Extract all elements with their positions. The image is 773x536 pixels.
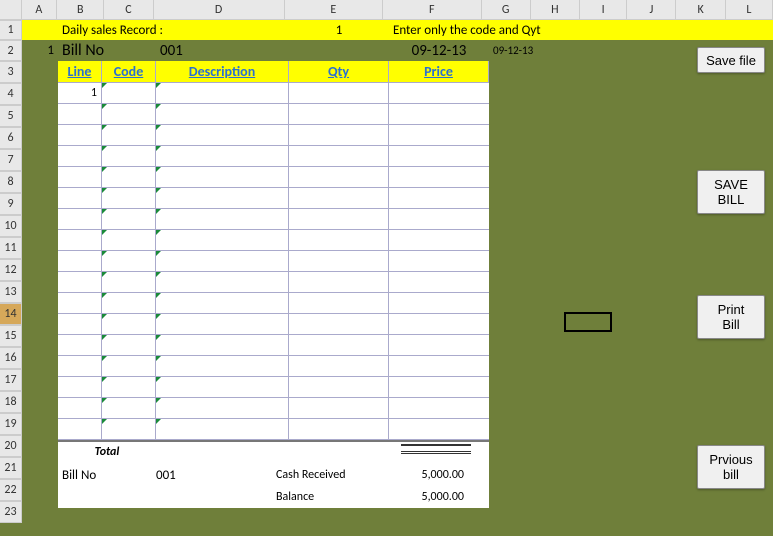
table-row[interactable] xyxy=(58,272,489,293)
column-headers: ABCDEFGHIJKL xyxy=(0,0,773,20)
bill-table-header: Line Code Description Qty Price xyxy=(58,61,489,83)
total-label: Total xyxy=(58,442,156,464)
row2-a[interactable]: 1 xyxy=(22,40,58,61)
row-header-18[interactable]: 18 xyxy=(0,391,22,413)
row-header-17[interactable]: 17 xyxy=(0,369,22,391)
row-header-5[interactable]: 5 xyxy=(0,105,22,127)
row-header-1[interactable]: 1 xyxy=(0,20,22,40)
save-file-button[interactable]: Save file xyxy=(697,47,765,73)
row-header-3[interactable]: 3 xyxy=(0,61,22,83)
table-row[interactable] xyxy=(58,230,489,251)
rec-number-cell[interactable]: 1 xyxy=(289,20,389,40)
row-2: 1 Bill No 001 09-12-13 09-12-13 xyxy=(22,40,773,61)
row-header-6[interactable]: 6 xyxy=(0,127,22,149)
row-header-23[interactable]: 23 xyxy=(0,501,22,523)
col-header-E[interactable]: E xyxy=(285,0,383,20)
row-header-8[interactable]: 8 xyxy=(0,171,22,193)
row-header-22[interactable]: 22 xyxy=(0,479,22,501)
table-row[interactable] xyxy=(58,125,489,146)
balance-label: Balance xyxy=(276,490,381,504)
col-header-I[interactable]: I xyxy=(580,0,627,20)
table-row[interactable] xyxy=(58,419,489,440)
col-qty[interactable]: Qty xyxy=(289,61,389,82)
col-header-H[interactable]: H xyxy=(531,0,580,20)
row-header-2[interactable]: 2 xyxy=(0,40,22,61)
table-row[interactable] xyxy=(58,377,489,398)
col-line[interactable]: Line xyxy=(58,61,102,82)
col-code[interactable]: Code xyxy=(102,61,156,82)
col-header-B[interactable]: B xyxy=(57,0,104,20)
previous-bill-button[interactable]: Prvious bill xyxy=(697,445,765,489)
row-header-20[interactable]: 20 xyxy=(0,435,22,457)
row-header-11[interactable]: 11 xyxy=(0,237,22,259)
row-header-13[interactable]: 13 xyxy=(0,281,22,303)
row-header-9[interactable]: 9 xyxy=(0,193,22,215)
table-row[interactable] xyxy=(58,356,489,377)
col-price[interactable]: Price xyxy=(389,61,489,82)
col-header-J[interactable]: J xyxy=(627,0,676,20)
footer-billno-value: 001 xyxy=(156,468,276,483)
row-1: Daily sales Record : 1 Enter only the co… xyxy=(22,20,773,40)
sum-line xyxy=(401,444,471,454)
cash-received-label: Cash Received xyxy=(276,468,381,482)
footer-billno-label: Bill No xyxy=(58,468,156,483)
col-header-D[interactable]: D xyxy=(154,0,285,20)
row-header-14[interactable]: 14 xyxy=(0,303,22,325)
col-header-A[interactable]: A xyxy=(22,0,57,20)
table-row[interactable] xyxy=(58,146,489,167)
billno-cell[interactable]: 001 xyxy=(156,40,289,61)
table-row[interactable] xyxy=(58,335,489,356)
row-header-15[interactable]: 15 xyxy=(0,325,22,347)
save-bill-button[interactable]: SAVE BILL xyxy=(697,170,765,214)
row-header-21[interactable]: 21 xyxy=(0,457,22,479)
date1-cell[interactable]: 09-12-13 xyxy=(389,40,489,61)
corner-cell xyxy=(0,0,22,20)
col-header-C[interactable]: C xyxy=(104,0,153,20)
row-header-16[interactable]: 16 xyxy=(0,347,22,369)
table-row[interactable] xyxy=(58,167,489,188)
row-headers: 1234567891011121314151617181920212223 xyxy=(0,20,22,523)
hint-cell[interactable]: Enter only the code and Qyt xyxy=(389,20,589,40)
table-row[interactable] xyxy=(58,314,489,335)
balance-value: 5,000.00 xyxy=(381,490,476,504)
table-row[interactable] xyxy=(58,251,489,272)
col-header-G[interactable]: G xyxy=(482,0,531,20)
cash-received-value: 5,000.00 xyxy=(381,468,476,482)
row-header-19[interactable]: 19 xyxy=(0,413,22,435)
col-header-L[interactable]: L xyxy=(726,0,773,20)
row-header-10[interactable]: 10 xyxy=(0,215,22,237)
col-description[interactable]: Description xyxy=(156,61,289,82)
row-header-4[interactable]: 4 xyxy=(0,83,22,105)
table-row[interactable] xyxy=(58,398,489,419)
date2-cell[interactable]: 09-12-13 xyxy=(489,40,549,61)
row-header-12[interactable]: 12 xyxy=(0,259,22,281)
title-cell[interactable]: Daily sales Record : xyxy=(58,20,289,40)
table-row[interactable] xyxy=(58,188,489,209)
bill-footer: Total Bill No 001 Cash Received 5,000.00… xyxy=(58,440,489,508)
selection-box xyxy=(564,312,612,332)
table-row[interactable] xyxy=(58,209,489,230)
col-header-F[interactable]: F xyxy=(383,0,481,20)
row-header-7[interactable]: 7 xyxy=(0,149,22,171)
print-bill-button[interactable]: Print Bill xyxy=(697,295,765,339)
billno-label-cell[interactable]: Bill No xyxy=(58,40,156,61)
bill-table: Line Code Description Qty Price 1 Total … xyxy=(58,61,489,508)
table-row[interactable]: 1 xyxy=(58,83,489,104)
spreadsheet-area: Daily sales Record : 1 Enter only the co… xyxy=(22,20,773,536)
table-row[interactable] xyxy=(58,293,489,314)
col-header-K[interactable]: K xyxy=(676,0,725,20)
bill-table-body: 1 xyxy=(58,83,489,440)
table-row[interactable] xyxy=(58,104,489,125)
